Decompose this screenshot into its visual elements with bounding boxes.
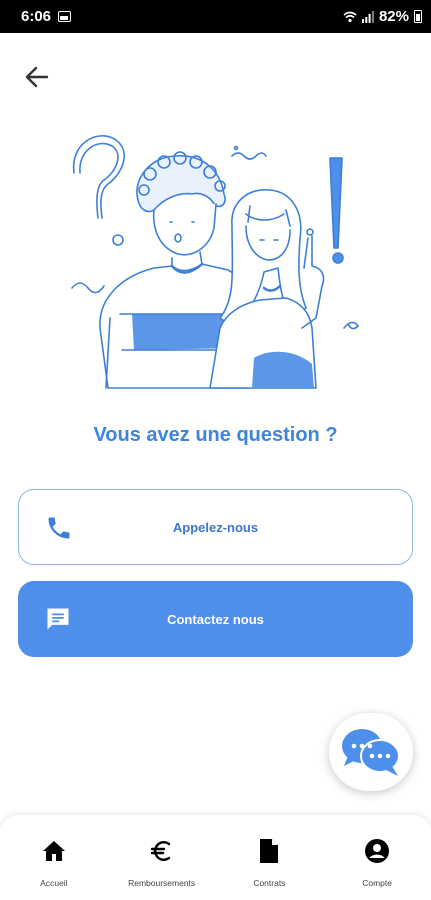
status-time: 6:06	[21, 8, 52, 25]
battery-icon	[414, 10, 422, 23]
contact-us-button[interactable]: Contactez nous	[18, 581, 413, 657]
account-icon	[364, 838, 390, 864]
battery-percent: 82%	[378, 8, 409, 25]
question-illustration	[71, 135, 359, 389]
call-us-label: Appelez-nous	[172, 519, 259, 535]
page-heading: Vous avez une question ?	[93, 424, 338, 446]
nav-item-contrats[interactable]: Contrats	[216, 815, 324, 900]
nav-label-accueil: Accueil	[40, 878, 68, 888]
photo-notification-icon	[58, 11, 71, 22]
nav-label-remboursements: Remboursements	[128, 878, 196, 888]
chat-button[interactable]	[329, 713, 413, 791]
nav-label-compte: Compte	[362, 878, 392, 888]
nav-item-compte[interactable]: Compte	[323, 815, 431, 900]
status-bar: 6:06 82%	[0, 0, 431, 33]
nav-item-remboursements[interactable]: Remboursements	[108, 815, 216, 900]
wifi-icon	[343, 11, 357, 22]
phone-icon	[48, 517, 70, 539]
chat-bubbles-icon	[342, 729, 400, 776]
back-button[interactable]	[20, 60, 54, 94]
call-us-button[interactable]: Appelez-nous	[18, 489, 413, 565]
message-icon	[47, 608, 69, 630]
status-indicators: 82%	[343, 8, 422, 25]
question-mark-shape	[72, 135, 125, 219]
boy-face	[152, 203, 217, 256]
document-icon	[256, 838, 282, 864]
nav-label-contrats: Contrats	[253, 878, 286, 888]
signal-icon	[361, 10, 374, 23]
nav-item-accueil[interactable]: Accueil	[0, 815, 108, 900]
bottom-navigation: Accueil Remboursements Contrats Compte	[0, 815, 431, 900]
exclamation-mark-shape	[329, 157, 343, 249]
contact-us-label: Contactez nous	[167, 611, 264, 627]
arrow-left-icon	[25, 66, 49, 88]
home-icon	[41, 838, 67, 864]
euro-icon	[149, 838, 175, 864]
